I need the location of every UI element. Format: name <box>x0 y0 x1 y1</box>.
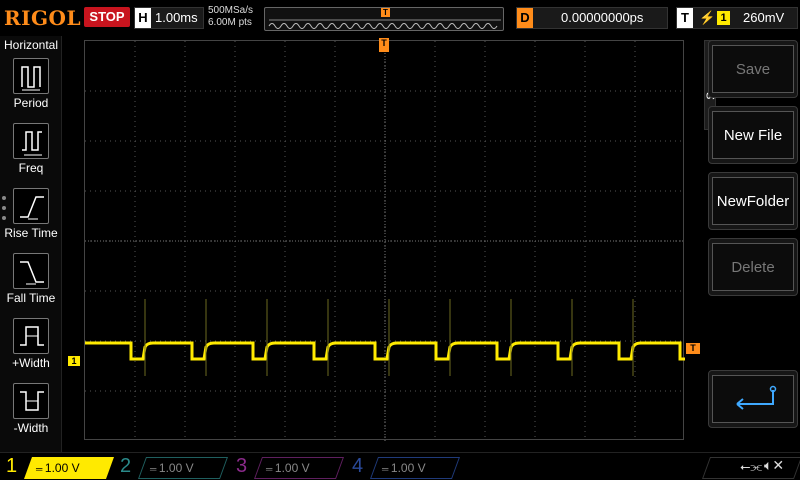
rigol-logo: RIGOL <box>4 6 82 30</box>
enter-button[interactable] <box>708 370 798 428</box>
ch4-number: 4 <box>352 455 364 477</box>
new-folder-button[interactable]: NewFolder <box>708 172 798 230</box>
ch3-scale: ═ 1.00 V <box>266 461 310 475</box>
trigger-position-marker[interactable]: T <box>379 38 389 52</box>
top-status-bar: RIGOL STOP H 1.00ms 500MSa/s 6.00M pts T… <box>0 0 800 36</box>
waveform-overview-bar[interactable]: T <box>264 7 504 31</box>
rise-time-icon <box>13 188 49 224</box>
speaker-muted-icon[interactable]: 🔈︎✕ <box>764 457 784 474</box>
sample-rate: 500MSa/s <box>208 5 254 16</box>
ch4-scale-value: 1.00 V <box>390 461 426 475</box>
delete-button-label: Delete <box>712 243 794 291</box>
save-button-label: Save <box>712 45 794 93</box>
new-file-button-label: New File <box>712 111 794 159</box>
new-file-button[interactable]: New File <box>708 106 798 164</box>
trigger-level-marker[interactable]: T <box>686 343 700 354</box>
delay-display[interactable]: D 0.00000000ps <box>516 7 668 29</box>
save-button[interactable]: Save <box>708 40 798 98</box>
horizontal-key: H <box>135 8 151 28</box>
ch3-number: 3 <box>236 455 248 477</box>
waveform-display[interactable] <box>84 40 703 441</box>
menu-title: Horizontal <box>3 38 59 52</box>
acquisition-info: 500MSa/s 6.00M pts <box>208 5 253 29</box>
measure-fall-time-label: Fall Time <box>6 291 56 305</box>
ch4-scale: ═ 1.00 V <box>382 461 426 475</box>
delay-key: D <box>517 8 533 28</box>
freq-icon <box>13 123 49 159</box>
memory-depth: 6.00M pts <box>208 17 252 28</box>
channel-bar: 1 ═ 1.00 V 2 ═ 1.00 V 3 ═ 1.00 V 4 ═ 1.0… <box>0 452 800 480</box>
measure-rise-time[interactable]: Rise Time <box>0 188 62 250</box>
waveform-grid <box>85 41 703 441</box>
trigger-display[interactable]: T ⚡ 1 260mV <box>676 7 798 29</box>
trigger-level: 260mV <box>743 10 785 25</box>
measure-period[interactable]: Period <box>0 58 62 120</box>
measure-negative-width-label: -Width <box>13 421 49 435</box>
delete-button[interactable]: Delete <box>708 238 798 296</box>
ch1-offset-marker[interactable]: 1 <box>68 356 80 366</box>
measure-negative-width[interactable]: -Width <box>0 383 62 445</box>
new-folder-button-label: NewFolder <box>712 177 794 225</box>
measure-fall-time[interactable]: Fall Time <box>0 253 62 315</box>
usb-icon: ⭠⫘ <box>740 459 763 474</box>
save-menu: Save Save New File NewFolder Delete <box>704 40 800 440</box>
delay-value: 0.00000000ps <box>561 10 644 25</box>
timebase-value: 1.00ms <box>155 10 198 25</box>
timebase-display[interactable]: H 1.00ms <box>134 7 204 29</box>
ch1-scale: ═ 1.00 V <box>36 461 80 475</box>
trigger-source-channel: 1 <box>717 11 730 25</box>
measure-freq-label: Freq <box>18 161 44 175</box>
measure-freq[interactable]: Freq <box>0 123 62 185</box>
trigger-key: T <box>677 8 693 28</box>
positive-width-icon <box>13 318 49 354</box>
overview-trigger-marker: T <box>381 8 390 17</box>
negative-width-icon <box>13 383 49 419</box>
ch1-scale-value: 1.00 V <box>44 461 80 475</box>
horizontal-measure-menu: Horizontal Period Freq Rise Time Fall Ti… <box>0 36 62 452</box>
ch1-number: 1 <box>6 455 18 477</box>
measure-positive-width[interactable]: +Width <box>0 318 62 380</box>
enter-icon <box>736 385 777 410</box>
ch2-number: 2 <box>120 455 132 477</box>
measure-rise-time-label: Rise Time <box>4 226 58 240</box>
enter-button-face <box>712 375 794 423</box>
trigger-edge-icon: ⚡ <box>699 10 716 25</box>
run-stop-status[interactable]: STOP <box>84 7 130 27</box>
fall-time-icon <box>13 253 49 289</box>
measure-period-label: Period <box>13 96 49 110</box>
ch2-scale-value: 1.00 V <box>158 461 194 475</box>
period-icon <box>13 58 49 94</box>
ch3-scale-value: 1.00 V <box>274 461 310 475</box>
ch2-scale: ═ 1.00 V <box>150 461 194 475</box>
measure-positive-width-label: +Width <box>12 356 50 370</box>
